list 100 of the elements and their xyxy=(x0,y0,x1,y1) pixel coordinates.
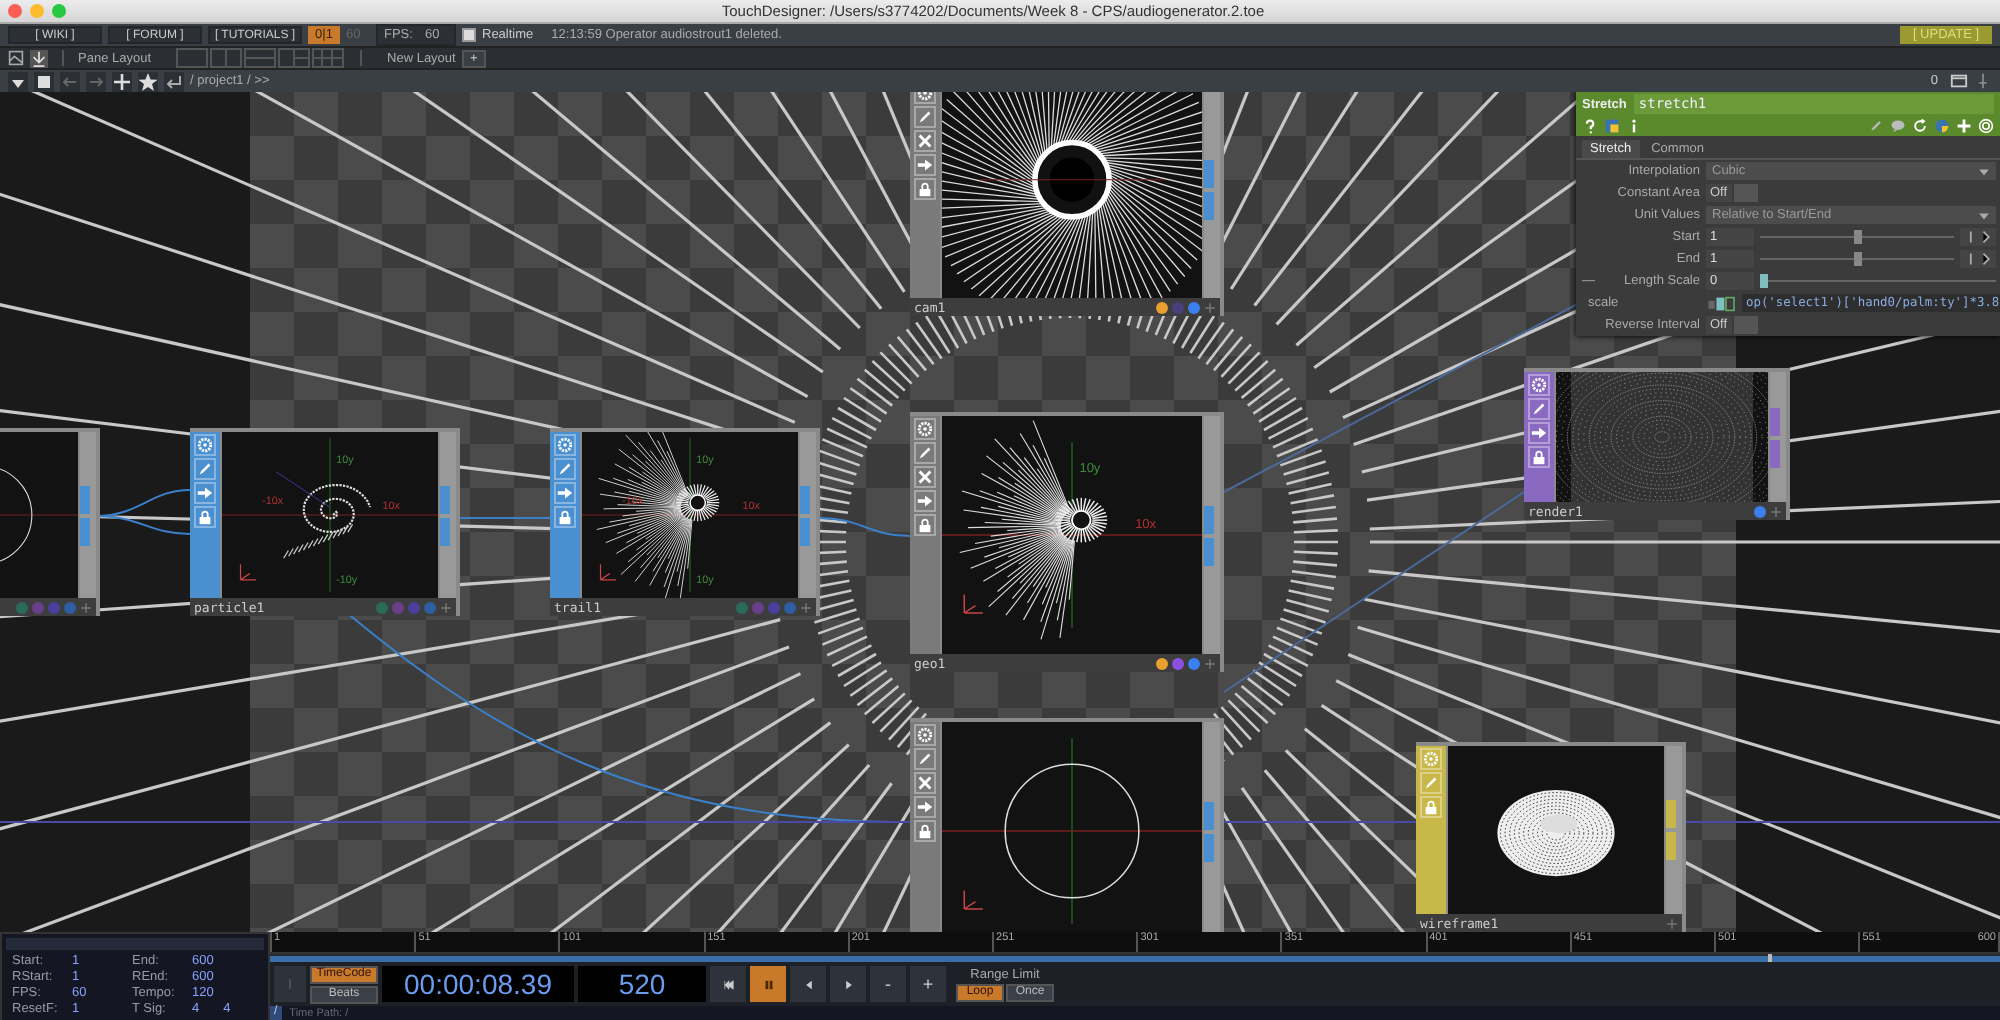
step-buttons-icon[interactable] xyxy=(1960,250,1996,268)
right-arrow-icon[interactable] xyxy=(914,490,936,512)
step-back-button[interactable] xyxy=(790,966,826,1002)
step-forward-button[interactable] xyxy=(830,966,866,1002)
playhead[interactable] xyxy=(1768,954,1773,962)
slider-thumb[interactable] xyxy=(1760,274,1768,288)
window-icon[interactable] xyxy=(1950,72,1968,90)
return-arrow-icon[interactable] xyxy=(164,71,184,91)
layout-preset-icon[interactable] xyxy=(277,48,310,68)
layout-preset-icon[interactable] xyxy=(243,48,276,68)
flag-dot[interactable] xyxy=(1172,301,1184,313)
right-arrow-icon[interactable] xyxy=(1528,422,1550,444)
slider-track[interactable] xyxy=(1760,250,1954,268)
flag-dot[interactable] xyxy=(752,601,764,613)
speech-bubble-icon[interactable] xyxy=(1890,118,1906,134)
right-arrow-icon[interactable] xyxy=(194,482,216,504)
gear-icon[interactable] xyxy=(554,434,576,456)
flag-dot[interactable] xyxy=(736,601,748,613)
toggle-switch[interactable] xyxy=(1733,316,1758,334)
flag-dot[interactable] xyxy=(768,601,780,613)
lock-icon[interactable] xyxy=(914,820,936,842)
pin-icon[interactable] xyxy=(1974,72,1992,90)
layout-preset-icon[interactable] xyxy=(209,48,242,68)
pencil-icon[interactable] xyxy=(1528,398,1550,420)
pencil-icon[interactable] xyxy=(914,106,936,128)
pencil-icon[interactable] xyxy=(914,442,936,464)
pencil-icon[interactable] xyxy=(1420,772,1442,794)
flag-dot[interactable] xyxy=(376,601,388,613)
flag-dot[interactable] xyxy=(48,601,60,613)
gear-icon[interactable] xyxy=(194,434,216,456)
caret-icon xyxy=(1978,165,1990,177)
grip-icon xyxy=(284,974,296,994)
right-arrow-icon[interactable] xyxy=(554,482,576,504)
rewind-button[interactable] xyxy=(710,966,746,1002)
wire xyxy=(459,517,551,519)
step-button[interactable]: + xyxy=(910,966,946,1002)
wire xyxy=(819,517,911,537)
pencil-icon[interactable] xyxy=(194,458,216,480)
flag-dot[interactable] xyxy=(784,601,796,613)
download-icon[interactable] xyxy=(30,49,48,67)
pause-icon xyxy=(761,977,775,991)
timecode-display: 00:00:08.39 xyxy=(382,966,574,1002)
python-help-icon[interactable] xyxy=(1604,118,1620,134)
step-buttons-icon[interactable] xyxy=(1960,228,1996,246)
lock-icon[interactable] xyxy=(914,178,936,200)
flag-dot[interactable] xyxy=(1156,301,1168,313)
flag-dot[interactable] xyxy=(1172,657,1184,669)
right-arrow-icon[interactable] xyxy=(914,796,936,818)
slider-thumb[interactable] xyxy=(1853,252,1861,266)
star-icon[interactable] xyxy=(138,71,158,91)
slider-thumb[interactable] xyxy=(1853,230,1861,244)
toggle-switch[interactable] xyxy=(1733,184,1758,202)
image-icon[interactable] xyxy=(8,50,24,66)
pencil-icon[interactable] xyxy=(914,748,936,770)
flag-dot[interactable] xyxy=(408,601,420,613)
lock-icon[interactable] xyxy=(1528,446,1550,468)
stop-icon[interactable] xyxy=(34,71,54,91)
python-icon[interactable] xyxy=(1934,118,1950,134)
refresh-icon[interactable] xyxy=(1912,118,1928,134)
timeline-scrollbar[interactable] xyxy=(270,954,2000,962)
flag-dot[interactable] xyxy=(392,601,404,613)
pause-button[interactable] xyxy=(750,966,786,1002)
flag-dot[interactable] xyxy=(1188,301,1200,313)
gear-icon[interactable] xyxy=(914,418,936,440)
step-button[interactable]: - xyxy=(870,966,906,1002)
lock-icon[interactable] xyxy=(554,506,576,528)
layout-preset-icon[interactable] xyxy=(311,48,344,68)
wire xyxy=(95,515,191,535)
slider-track[interactable] xyxy=(1760,228,1954,246)
right-arrow-icon[interactable] xyxy=(914,154,936,176)
lock-icon[interactable] xyxy=(1420,796,1442,818)
mode-icon[interactable] xyxy=(1706,295,1738,311)
rewind-icon xyxy=(721,977,735,991)
circle-render-drawing xyxy=(0,465,78,565)
lock-icon[interactable] xyxy=(914,514,936,536)
flag-dot[interactable] xyxy=(1156,657,1168,669)
flag-dot[interactable] xyxy=(32,601,44,613)
target-icon[interactable] xyxy=(1978,118,1994,134)
dropdown-icon[interactable] xyxy=(8,71,28,91)
realtime-checkbox[interactable] xyxy=(462,28,476,42)
gear-icon[interactable] xyxy=(1528,374,1550,396)
pencil-icon[interactable] xyxy=(554,458,576,480)
flag-dot[interactable] xyxy=(1188,657,1200,669)
gear-icon[interactable] xyxy=(914,724,936,746)
flag-dot[interactable] xyxy=(424,601,436,613)
step-back-icon xyxy=(801,977,815,991)
play-icon xyxy=(841,977,855,991)
flag-dot[interactable] xyxy=(16,601,28,613)
flag-dot[interactable] xyxy=(64,601,76,613)
close-icon[interactable] xyxy=(914,130,936,152)
output-connector[interactable] xyxy=(1770,439,1780,467)
slider-track[interactable] xyxy=(1760,272,1996,290)
close-icon[interactable] xyxy=(914,466,936,488)
lock-icon[interactable] xyxy=(194,506,216,528)
output-connector[interactable] xyxy=(1770,407,1780,435)
torus-render-drawing xyxy=(1497,789,1615,877)
flag-dot[interactable] xyxy=(1754,505,1766,517)
close-icon[interactable] xyxy=(914,772,936,794)
help-icon[interactable] xyxy=(1582,118,1598,134)
gear-icon[interactable] xyxy=(1420,748,1442,770)
